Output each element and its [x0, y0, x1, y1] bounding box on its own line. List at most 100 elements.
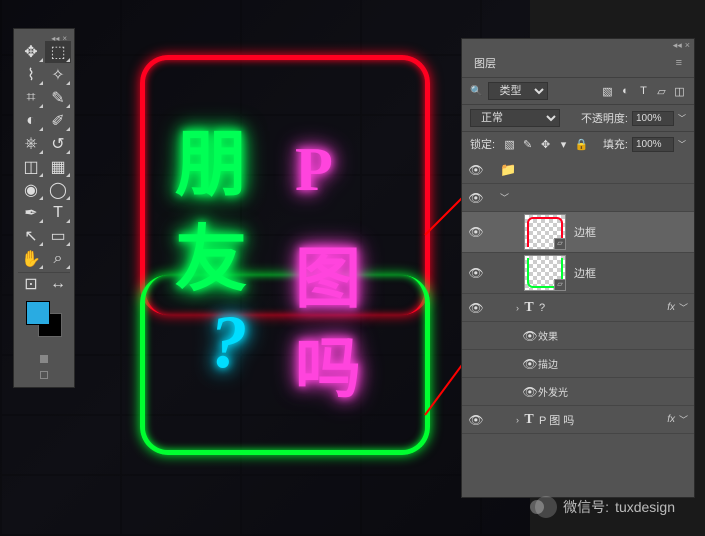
- chevron-down-icon[interactable]: ﹀: [678, 113, 686, 124]
- fx-item[interactable]: 👁 描边: [462, 350, 694, 378]
- layer-name[interactable]: 边框: [574, 265, 688, 281]
- visibility-icon[interactable]: 👁: [468, 191, 484, 205]
- crop-tool[interactable]: ⌗: [18, 87, 44, 109]
- layer-list: 👁 📁 👁 ﹀ 👁 ▱ 边框 👁 ▱ 边框 👁 › T ? fx: [462, 156, 694, 496]
- opacity-input[interactable]: [632, 111, 674, 126]
- type-layer-icon: T: [519, 300, 539, 316]
- layer-row[interactable]: 👁 › T ? fx ﹀: [462, 294, 694, 322]
- layer-name[interactable]: ?: [539, 302, 667, 314]
- filter-shape-icon[interactable]: ▱: [655, 85, 668, 98]
- screen-mode-icon[interactable]: [40, 371, 48, 379]
- watermark: 微信号: tuxdesign: [535, 496, 675, 518]
- opacity-label: 不透明度:: [581, 110, 628, 126]
- hand-tool[interactable]: ✋: [18, 248, 44, 270]
- fx-stroke-label: 描边: [538, 356, 558, 371]
- history-brush-tool[interactable]: ↺: [45, 133, 71, 155]
- chevron-down-icon[interactable]: ﹀: [678, 139, 686, 150]
- folder-icon: 📁: [500, 162, 516, 178]
- visibility-icon[interactable]: 👁: [468, 301, 484, 315]
- blur-tool[interactable]: ◉: [18, 179, 44, 201]
- collapse-icon[interactable]: ◂◂: [51, 34, 59, 40]
- layer-group-expand[interactable]: 👁 ﹀: [462, 184, 694, 212]
- neon-text-5: ?: [210, 300, 248, 386]
- search-icon[interactable]: 🔍: [470, 86, 482, 97]
- collapse-icon[interactable]: ◂◂: [673, 40, 682, 48]
- lasso-tool[interactable]: ⌇: [18, 64, 44, 86]
- canvas[interactable]: 朋 P 友 图 ? 吗: [0, 0, 530, 536]
- visibility-icon[interactable]: 👁: [468, 225, 484, 239]
- marquee-tool[interactable]: ⬚: [45, 41, 71, 63]
- color-swatches: [18, 295, 70, 351]
- panel-tab-bar: 图层 ≡: [462, 49, 694, 77]
- layer-row[interactable]: 👁 › T P 图 吗 fx ﹀: [462, 406, 694, 434]
- visibility-icon[interactable]: 👁: [522, 385, 538, 399]
- panel-controls[interactable]: ◂◂×: [462, 39, 694, 49]
- layers-tab[interactable]: 图层: [474, 55, 496, 71]
- layer-thumbnail[interactable]: ▱: [524, 214, 566, 250]
- magic-wand-tool[interactable]: ✧: [45, 64, 71, 86]
- filter-pixel-icon[interactable]: ▧: [601, 85, 614, 98]
- visibility-icon[interactable]: 👁: [468, 163, 484, 177]
- panel-controls[interactable]: ◂◂×: [18, 33, 70, 41]
- neon-text-2: P: [295, 135, 333, 206]
- blend-row: 正常 不透明度: ﹀: [462, 104, 694, 131]
- neon-text-3: 友: [175, 200, 247, 305]
- gradient-tool[interactable]: ▦: [45, 156, 71, 178]
- layer-name[interactable]: 边框: [574, 224, 688, 240]
- layer-row[interactable]: 👁 ▱ 边框: [462, 212, 694, 253]
- panel-menu-icon[interactable]: ≡: [676, 57, 682, 69]
- rectangle-tool[interactable]: ▭: [45, 225, 71, 247]
- wechat-icon: [535, 496, 557, 518]
- filter-type-icon[interactable]: T: [637, 85, 650, 98]
- close-icon[interactable]: ×: [685, 40, 690, 48]
- layer-name[interactable]: P 图 吗: [539, 412, 667, 428]
- chevron-down-icon[interactable]: ﹀: [679, 413, 688, 426]
- fill-input[interactable]: [632, 137, 674, 152]
- visibility-icon[interactable]: 👁: [522, 357, 538, 371]
- fx-badge[interactable]: fx: [667, 302, 675, 313]
- clone-stamp-tool[interactable]: ⎈: [18, 133, 44, 155]
- screen-mode-tool[interactable]: ↔: [45, 273, 71, 295]
- lock-position-icon[interactable]: ✥: [539, 138, 552, 151]
- fx-label: 效果: [538, 328, 558, 343]
- lock-artboard-icon[interactable]: ▾: [557, 138, 570, 151]
- close-icon[interactable]: ×: [62, 34, 67, 40]
- chevron-down-icon[interactable]: ﹀: [500, 191, 509, 204]
- fx-item[interactable]: 👁 外发光: [462, 378, 694, 406]
- path-select-tool[interactable]: ↖: [18, 225, 44, 247]
- lock-transparent-icon[interactable]: ▧: [503, 138, 516, 151]
- shape-badge-icon: ▱: [554, 279, 566, 291]
- healing-brush-tool[interactable]: ◐: [18, 110, 44, 132]
- visibility-icon[interactable]: 👁: [468, 413, 484, 427]
- fx-outerglow-label: 外发光: [538, 384, 568, 399]
- chevron-down-icon[interactable]: ﹀: [679, 301, 688, 314]
- filter-smart-icon[interactable]: ◫: [673, 85, 686, 98]
- layer-row[interactable]: 👁 ▱ 边框: [462, 253, 694, 294]
- fx-header[interactable]: 👁 效果: [462, 322, 694, 350]
- zoom-tool[interactable]: ⌕: [45, 248, 71, 270]
- visibility-icon[interactable]: 👁: [522, 329, 538, 343]
- eyedropper-tool[interactable]: ✎: [45, 87, 71, 109]
- eraser-tool[interactable]: ◫: [18, 156, 44, 178]
- dodge-tool[interactable]: ◯: [45, 179, 71, 201]
- fill-label: 填充:: [603, 136, 628, 152]
- quick-mask-icon[interactable]: [40, 355, 48, 363]
- fx-badge[interactable]: fx: [667, 414, 675, 425]
- filter-row: 🔍 类型 ▧ ◐ T ▱ ◫: [462, 77, 694, 104]
- type-tool[interactable]: T: [45, 202, 71, 224]
- edit-mode-tool[interactable]: ⊡: [18, 273, 44, 295]
- layer-thumbnail[interactable]: ▱: [524, 255, 566, 291]
- foreground-color-swatch[interactable]: [26, 301, 50, 325]
- visibility-icon[interactable]: 👁: [468, 266, 484, 280]
- watermark-label: 微信号:: [563, 497, 609, 517]
- lock-label: 锁定:: [470, 136, 495, 152]
- move-tool[interactable]: ✥: [18, 41, 44, 63]
- lock-paint-icon[interactable]: ✎: [521, 138, 534, 151]
- filter-adjust-icon[interactable]: ◐: [619, 85, 632, 98]
- pen-tool[interactable]: ✒: [18, 202, 44, 224]
- lock-all-icon[interactable]: 🔒: [575, 138, 588, 151]
- brush-tool[interactable]: ✐: [45, 110, 71, 132]
- blend-mode-select[interactable]: 正常: [470, 109, 560, 127]
- layer-group-header[interactable]: 👁 📁: [462, 156, 694, 184]
- filter-type-select[interactable]: 类型: [488, 82, 548, 100]
